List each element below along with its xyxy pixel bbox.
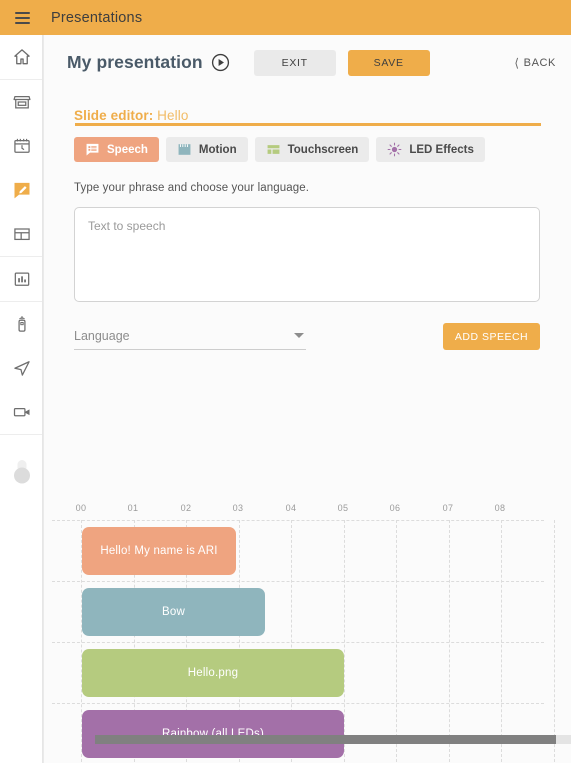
hamburger-bar: [14, 11, 30, 14]
timeline-tick: 01: [127, 503, 139, 513]
slide-editor-label: Slide editor: Hello: [74, 108, 541, 123]
slide-editor-prefix: Slide editor:: [74, 108, 154, 123]
timeline-track-touchscreen: Hello.png: [44, 642, 571, 703]
header-rule: [75, 123, 541, 126]
play-circle-icon[interactable]: [211, 53, 230, 72]
video-camera-icon: [13, 408, 29, 417]
sidebar-item-touchscreen[interactable]: [0, 212, 43, 256]
sidebar-item-home[interactable]: [0, 35, 43, 79]
timeline-tick: 05: [337, 503, 349, 513]
timeline-tick: 07: [442, 503, 454, 513]
user-avatar: [13, 460, 30, 484]
timeline-track-motion: Bow: [44, 581, 571, 642]
language-row: Language ADD SPEECH: [74, 323, 540, 350]
save-button[interactable]: SAVE: [347, 49, 430, 76]
sidebar: [0, 35, 43, 763]
calendar-clock-icon: [13, 138, 30, 153]
chevron-left-icon: ⟨: [514, 55, 520, 70]
layout-icon: [13, 228, 30, 241]
main-panel: My presentation EXIT SAVE ⟨ BACK Slide e…: [43, 35, 571, 763]
paper-plane-icon: [13, 361, 30, 376]
timeline-track-led: Rainbow (all LEDs): [44, 703, 571, 763]
tab-label: Motion: [198, 143, 237, 156]
timeline-tick: 03: [232, 503, 244, 513]
sidebar-item-presentations[interactable]: [0, 168, 43, 212]
timeline-tick: 08: [494, 503, 506, 513]
editor-tabs: Speech Motion Touchscreen LED Effects: [74, 137, 541, 162]
sun-rays-icon: [387, 142, 402, 157]
sidebar-item-navigation[interactable]: [0, 346, 43, 390]
tab-motion[interactable]: Motion: [165, 137, 248, 162]
tab-touchscreen[interactable]: Touchscreen: [254, 137, 370, 162]
hamburger-menu-icon[interactable]: [0, 0, 44, 35]
clapperboard-icon: [178, 144, 191, 155]
timeline-clip[interactable]: Hello.png: [82, 648, 344, 697]
timeline-tick: 00: [75, 503, 87, 513]
timeline-clip[interactable]: Hello! My name is ARI: [82, 526, 236, 575]
slide-editor: Slide editor: Hello Speech Motion Touchs…: [44, 108, 571, 350]
timeline-clip[interactable]: Bow: [82, 587, 265, 636]
timeline-tick: 06: [389, 503, 401, 513]
speech-bubble-lines-icon: [86, 143, 99, 156]
sidebar-item-video[interactable]: [0, 390, 43, 434]
language-select[interactable]: Language: [74, 329, 306, 350]
app-bar: Presentations: [0, 0, 571, 35]
language-select-value: Language: [74, 329, 130, 343]
home-icon: [13, 49, 30, 65]
scrollbar-thumb[interactable]: [95, 735, 556, 744]
chevron-down-icon: [294, 333, 304, 338]
bar-chart-icon: [14, 272, 29, 286]
page-title: My presentation: [67, 52, 203, 72]
timeline-tick: 04: [285, 503, 297, 513]
tab-label: LED Effects: [409, 143, 474, 156]
slide-name: Hello: [157, 108, 189, 123]
timeline-track-speech: Hello! My name is ARI: [44, 520, 571, 581]
hamburger-bar: [14, 21, 30, 24]
tab-speech[interactable]: Speech: [74, 137, 159, 162]
layout-blocks-icon: [267, 145, 280, 154]
tab-led-effects[interactable]: LED Effects: [376, 137, 485, 162]
timeline-ruler: 00 01 02 03 04 05 06 07 08: [44, 503, 571, 517]
speech-input[interactable]: [74, 207, 540, 302]
horizontal-scrollbar[interactable]: [95, 735, 571, 744]
speech-edit-icon: [14, 182, 29, 199]
store-icon: [12, 95, 31, 109]
add-speech-button[interactable]: ADD SPEECH: [443, 323, 540, 350]
sidebar-item-scheduler[interactable]: [0, 124, 43, 168]
back-label: BACK: [523, 56, 556, 69]
back-link[interactable]: ⟨ BACK: [514, 57, 556, 69]
sidebar-item-store[interactable]: [0, 80, 43, 124]
timeline-tick: 02: [180, 503, 192, 513]
exit-button[interactable]: EXIT: [253, 49, 336, 76]
sidebar-divider: [0, 434, 42, 435]
hamburger-bar: [14, 16, 30, 19]
sidebar-item-statistics[interactable]: [0, 257, 43, 301]
avatar[interactable]: [0, 451, 43, 495]
remote-control-icon: [17, 316, 26, 332]
tab-label: Touchscreen: [287, 143, 359, 156]
editor-hint: Type your phrase and choose your languag…: [74, 182, 309, 194]
page-header: My presentation EXIT SAVE ⟨ BACK: [44, 35, 571, 90]
app-title: Presentations: [51, 9, 143, 26]
tab-label: Speech: [107, 143, 148, 156]
sidebar-item-remote[interactable]: [0, 302, 43, 346]
timeline: 00 01 02 03 04 05 06 07 08 Hello! My name is ARI…: [44, 465, 571, 763]
timeline-clip[interactable]: Rainbow (all LEDs): [82, 709, 344, 758]
